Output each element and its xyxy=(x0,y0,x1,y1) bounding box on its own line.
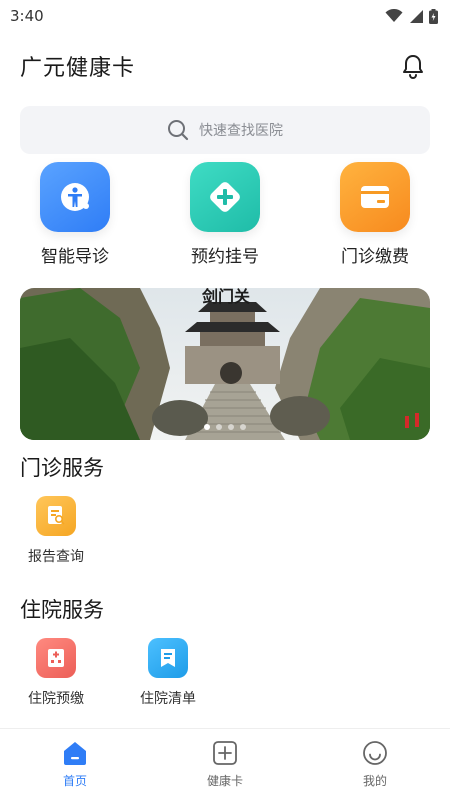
quick-action-label: 预约挂号 xyxy=(191,247,259,267)
quick-action-payment[interactable]: 门诊缴费 xyxy=(320,162,430,267)
search-icon xyxy=(168,120,189,141)
banner-carousel[interactable]: 剑门关 xyxy=(20,288,430,440)
carousel-dot[interactable] xyxy=(204,424,210,430)
header: 广元健康卡 xyxy=(0,42,450,90)
service-label: 报告查询 xyxy=(28,549,84,565)
outpatient-section-title: 门诊服务 xyxy=(20,456,104,480)
tab-label: 首页 xyxy=(62,774,87,788)
hospital-prepay-icon xyxy=(36,638,76,678)
page-title: 广元健康卡 xyxy=(20,56,136,81)
tab-health-card[interactable]: 健康卡 xyxy=(150,729,300,800)
plus-diamond-icon xyxy=(190,162,260,232)
service-label: 住院预缴 xyxy=(28,691,84,707)
search-placeholder: 快速查找医院 xyxy=(199,123,283,139)
status-bar: 3:40 xyxy=(0,0,450,32)
bell-icon xyxy=(403,55,423,79)
quick-action-label: 门诊缴费 xyxy=(341,247,409,267)
battery-icon xyxy=(429,8,438,24)
carousel-dot[interactable] xyxy=(228,424,234,430)
banner-image: 剑门关 xyxy=(20,288,430,440)
tab-home[interactable]: 首页 xyxy=(0,729,150,800)
home-icon xyxy=(64,742,86,765)
status-time: 3:40 xyxy=(10,7,44,25)
quick-actions: 智能导诊 预约挂号 门诊缴费 xyxy=(0,162,450,272)
carousel-dot[interactable] xyxy=(240,424,246,430)
tab-label: 健康卡 xyxy=(206,774,243,788)
banner-overlay-text: 剑门关 xyxy=(201,288,250,306)
search-input[interactable]: 快速查找医院 xyxy=(20,106,430,154)
card-icon xyxy=(340,162,410,232)
tab-label: 我的 xyxy=(362,774,387,788)
carousel-indicator xyxy=(204,424,246,430)
service-inpatient-prepay[interactable]: 住院预缴 xyxy=(16,638,96,708)
service-inpatient-bill[interactable]: 住院清单 xyxy=(128,638,208,708)
quick-action-appointment[interactable]: 预约挂号 xyxy=(170,162,280,267)
carousel-dot[interactable] xyxy=(216,424,222,430)
wifi-icon xyxy=(385,9,403,22)
report-search-icon xyxy=(36,496,76,536)
notification-button[interactable] xyxy=(400,53,426,79)
bottom-tab-bar: 首页 健康卡 我的 xyxy=(0,728,450,800)
bill-list-icon xyxy=(148,638,188,678)
guide-person-icon xyxy=(40,162,110,232)
status-icons xyxy=(385,8,438,24)
quick-action-label: 智能导诊 xyxy=(41,247,109,267)
smile-icon xyxy=(363,741,387,765)
service-report-query[interactable]: 报告查询 xyxy=(16,496,96,566)
health-card-icon xyxy=(213,741,237,765)
inpatient-section-title: 住院服务 xyxy=(20,598,104,622)
quick-action-smart-guide[interactable]: 智能导诊 xyxy=(20,162,130,267)
signal-icon xyxy=(410,10,423,23)
tab-profile[interactable]: 我的 xyxy=(300,729,450,800)
service-label: 住院清单 xyxy=(140,691,196,707)
